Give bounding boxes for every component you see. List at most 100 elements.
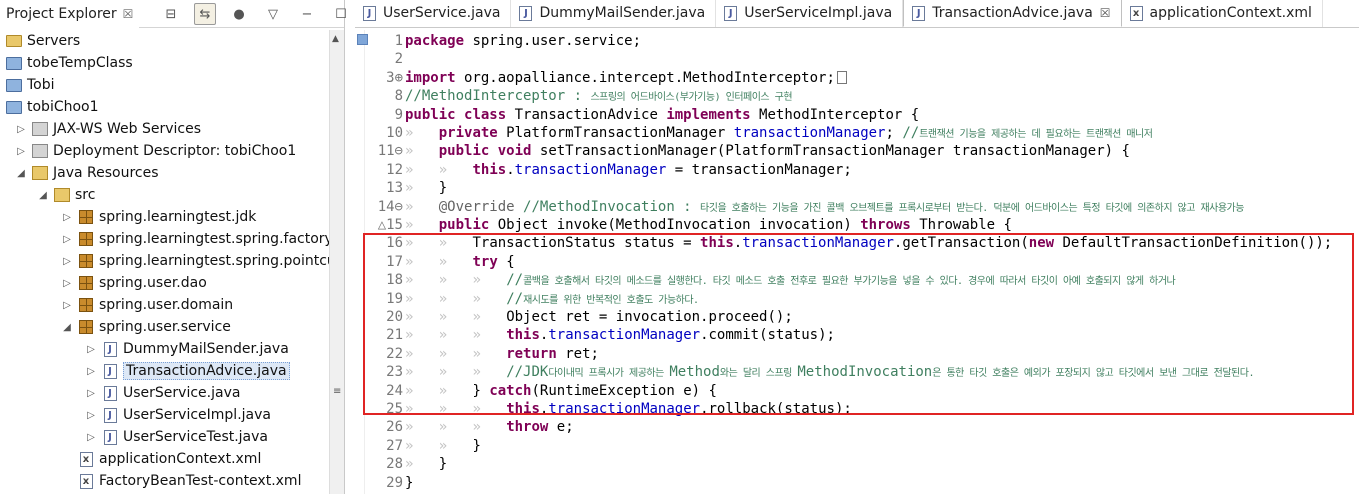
editor-tabs: J UserService.java J DummyMailSender.java J U… <box>355 0 1359 28</box>
source-folder-icon <box>32 165 48 181</box>
tree-item[interactable]: ▷ spring.user.dao <box>60 272 207 294</box>
code-line[interactable]: 20» » » Object ret = invocation.proceed(… <box>355 308 1359 326</box>
code-line[interactable]: 1 package spring.user.service; <box>355 32 1359 50</box>
tree-item[interactable]: ▷ JAX-WS Web Services <box>14 118 201 140</box>
line-number: 11⊖ <box>377 143 403 160</box>
code-line[interactable]: 26» » » throw e; <box>355 418 1359 436</box>
code-line[interactable]: 29} <box>355 474 1359 492</box>
expanded-arrow-icon[interactable]: ◢ <box>60 322 74 333</box>
code-line[interactable]: 12» » this.transactionManager = transact… <box>355 161 1359 179</box>
collapsed-arrow-icon[interactable]: ▷ <box>60 212 74 223</box>
tree-item-label: FactoryBeanTest-context.xml <box>99 473 302 489</box>
tree-item[interactable]: ▷ J UserServiceImpl.java <box>84 404 271 426</box>
tree-item[interactable]: ▷ spring.learningtest.spring.factoryb <box>60 228 330 250</box>
code-area[interactable]: 1 package spring.user.service; 2 3⊕ import o… <box>355 30 1359 494</box>
code-line[interactable]: 17» » try { <box>355 253 1359 271</box>
tree-item[interactable]: ◢ spring.user.service <box>60 316 231 338</box>
tree-item-label: UserServiceTest.java <box>123 429 269 445</box>
link-with-editor-icon[interactable]: ⇆ <box>194 3 216 25</box>
code-line[interactable]: 11⊖» public void setTransactionManager(P… <box>355 142 1359 160</box>
code-line[interactable]: 24» » } catch(RuntimeException e) { <box>355 382 1359 400</box>
code-line[interactable]: 25» » » this.transactionManager.rollback… <box>355 400 1359 418</box>
java-file-icon: J <box>363 5 376 21</box>
line-number: 25 <box>386 401 403 417</box>
collapsed-arrow-icon[interactable]: ▷ <box>60 256 74 267</box>
close-icon[interactable]: ☒ <box>123 7 134 21</box>
editor-tab-label: UserServiceImpl.java <box>744 5 893 21</box>
editor-tab[interactable]: J DummyMailSender.java <box>511 0 717 27</box>
code-line[interactable]: 23» » » //JDK다이내믹 프록시가 제공하는 Method와는 달리 … <box>355 363 1359 381</box>
line-number: 21 <box>386 327 403 344</box>
collapsed-arrow-icon[interactable]: ▷ <box>84 432 98 443</box>
expanded-arrow-icon[interactable]: ◢ <box>14 168 28 179</box>
collapsed-arrow-icon[interactable]: ▷ <box>60 278 74 289</box>
code-line[interactable]: 21» » » this.transactionManager.commit(s… <box>355 326 1359 344</box>
minimize-icon[interactable]: − <box>296 3 318 25</box>
code-line[interactable]: 27» » } <box>355 437 1359 455</box>
tree-item[interactable]: tobeTempClass <box>6 52 133 74</box>
line-number: 24 <box>386 382 403 399</box>
expanded-arrow-icon[interactable]: ◢ <box>36 190 50 201</box>
tree-item[interactable]: ▷ Deployment Descriptor: tobiChoo1 <box>14 140 296 162</box>
tree-item[interactable]: ▷ J UserService.java <box>84 382 240 404</box>
code-line[interactable]: 3⊕ import org.aopalliance.intercept.Metho… <box>355 69 1359 87</box>
code-line[interactable]: △15» public Object invoke(MethodInvocati… <box>355 216 1359 234</box>
collapsed-arrow-icon[interactable]: ▷ <box>84 388 98 399</box>
tree-item[interactable]: ▷ spring.learningtest.spring.pointcut <box>60 250 330 272</box>
tree-item-label: src <box>75 187 96 203</box>
tree-item[interactable]: ◢ Java Resources <box>14 162 158 184</box>
close-icon[interactable]: ☒ <box>1100 6 1111 20</box>
scroll-up-icon[interactable]: ▲ <box>332 34 339 44</box>
tree-item[interactable]: Servers <box>6 30 80 52</box>
collapsed-arrow-icon[interactable]: ▷ <box>14 146 28 157</box>
tree-item-label: TransactionAdvice.java <box>123 362 290 380</box>
tree-item[interactable]: ▷ spring.learningtest.jdk <box>60 206 256 228</box>
collapsed-arrow-icon[interactable]: ▷ <box>84 344 98 355</box>
code-line[interactable]: 19» » » //재시도를 위한 반복적인 호출도 가능하다. <box>355 290 1359 308</box>
collapsed-arrow-icon[interactable]: ▷ <box>14 124 28 135</box>
tree-item[interactable]: tobiChoo1 <box>6 96 99 118</box>
xml-file-icon: x <box>78 473 94 489</box>
package-icon <box>78 253 94 269</box>
tree-scrollbar[interactable]: ▲ ≡ <box>329 30 344 494</box>
editor-tab[interactable]: J TransactionAdvice.java ☒ <box>903 0 1122 27</box>
code-line[interactable]: 2 <box>355 50 1359 68</box>
code-line[interactable]: 10» private PlatformTransactionManager t… <box>355 124 1359 142</box>
code-line[interactable]: 18» » » //콜백을 호출해서 타깃의 메소드를 실행한다. 타깃 메소드… <box>355 271 1359 289</box>
tree-item[interactable]: x applicationContext.xml <box>60 448 261 470</box>
tree-item[interactable]: x FactoryBeanTest-context.xml <box>60 470 301 492</box>
code-line[interactable]: 22» » » return ret; <box>355 345 1359 363</box>
tree-item[interactable]: ◢ src <box>36 184 95 206</box>
tree-item[interactable]: ▷ spring.user.domain <box>60 294 233 316</box>
code-text: » } <box>405 180 448 197</box>
tree-item[interactable]: ▷ J UserServiceTest.java <box>84 426 268 448</box>
xml-file-icon: x <box>1129 5 1143 21</box>
collapsed-arrow-icon[interactable]: ▷ <box>84 366 98 377</box>
tab-project-explorer[interactable]: Project Explorer ☒ <box>0 0 140 28</box>
code-line[interactable]: 16» » TransactionStatus status = this.tr… <box>355 234 1359 252</box>
code-line[interactable]: 28» } <box>355 455 1359 473</box>
tree-item-label: tobiChoo1 <box>27 99 99 115</box>
code-text: » » » throw e; <box>405 419 574 436</box>
tree-item[interactable]: Tobi <box>6 74 55 96</box>
collapsed-arrow-icon[interactable]: ▷ <box>60 234 74 245</box>
collapse-all-icon[interactable]: ⊟ <box>160 3 182 25</box>
code-line[interactable]: 8//MethodInterceptor : 스프링의 어드바이스(부가기능) … <box>355 87 1359 105</box>
folder-icon <box>6 33 22 49</box>
maximize-icon[interactable]: ☐ <box>330 3 352 25</box>
filter-icon[interactable]: ● <box>228 3 250 25</box>
scroll-grip-icon[interactable]: ≡ <box>333 386 341 397</box>
collapsed-arrow-icon[interactable]: ▷ <box>84 410 98 421</box>
code-text: » @Override //MethodInvocation : 타깃을 호출하… <box>405 198 1244 215</box>
view-menu-icon[interactable]: ▽ <box>262 3 284 25</box>
tree-item[interactable]: ▷ J TransactionAdvice.java <box>84 360 290 382</box>
editor-tab[interactable]: x applicationContext.xml <box>1122 0 1323 27</box>
code-line[interactable]: 13» } <box>355 179 1359 197</box>
code-text: » public void setTransactionManager(Plat… <box>405 143 1130 160</box>
tree-item[interactable]: ▷ J DummyMailSender.java <box>84 338 289 360</box>
code-line[interactable]: 14⊖» @Override //MethodInvocation : 타깃을 … <box>355 198 1359 216</box>
collapsed-arrow-icon[interactable]: ▷ <box>60 300 74 311</box>
code-line[interactable]: 9 public class TransactionAdvice implemen… <box>355 106 1359 124</box>
editor-tab[interactable]: J UserServiceImpl.java <box>716 0 904 27</box>
editor-tab[interactable]: J UserService.java <box>355 0 512 27</box>
